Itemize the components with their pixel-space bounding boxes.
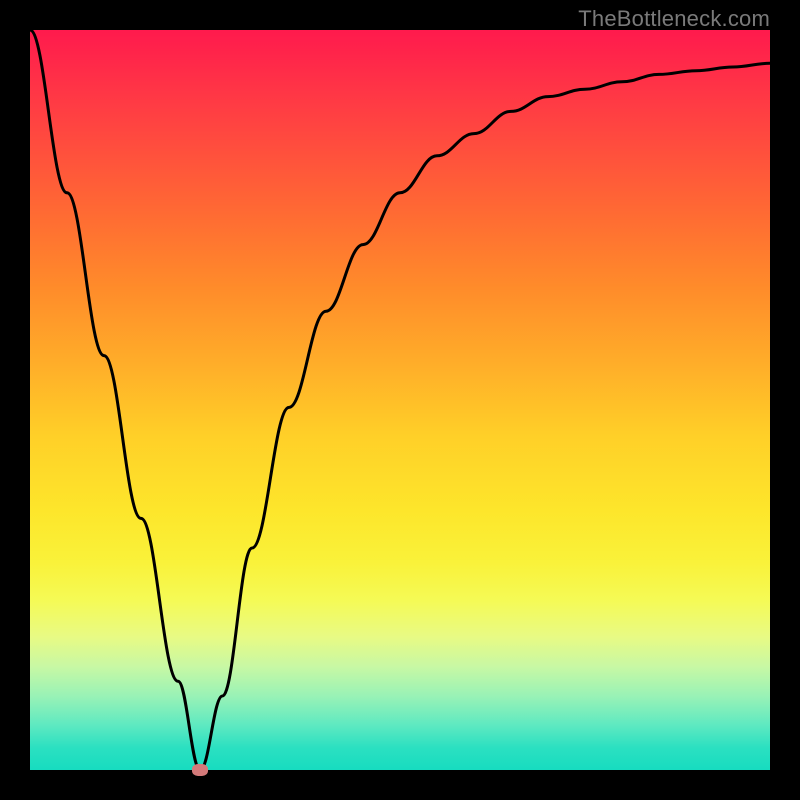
plot-area xyxy=(30,30,770,770)
watermark-text: TheBottleneck.com xyxy=(578,6,770,32)
bottleneck-curve xyxy=(30,30,770,770)
chart-frame: TheBottleneck.com xyxy=(0,0,800,800)
bottleneck-marker xyxy=(192,764,208,776)
